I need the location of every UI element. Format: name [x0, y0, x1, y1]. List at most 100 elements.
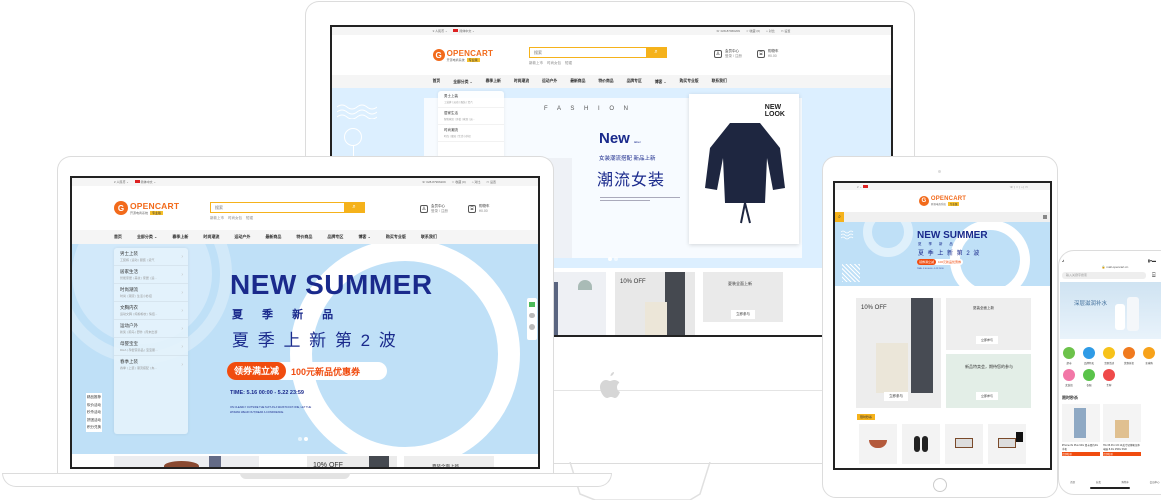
url-bar[interactable]: 🔒 mall.opencart.cn: [1060, 265, 1161, 269]
cart[interactable]: ⌸ 购物车 ¥0.00: [468, 204, 490, 213]
nav-item[interactable]: 春季上新: [486, 79, 501, 84]
logo[interactable]: G OPENCART 开源电商系统 专业版: [432, 49, 494, 62]
tab-cart[interactable]: 购物车: [1122, 480, 1130, 484]
currency-select[interactable]: ¥ 人民币 ⌄: [114, 180, 129, 184]
nav-item[interactable]: 时尚潮流: [203, 234, 219, 240]
favorites-link[interactable]: ☆ 收藏 (0): [452, 180, 466, 184]
promo-summer-arrivals[interactable]: 夏装全面上新 立即参与: [946, 298, 1031, 350]
category-item[interactable]: 居家生活 智能家居 | 美妆 | 家居 | 运...: [438, 108, 504, 125]
grid-icon-clothes[interactable]: 衣服: [1082, 369, 1096, 387]
hot-keyword[interactable]: 新款上市: [529, 61, 543, 66]
grid-icon-global[interactable]: 全球购: [1142, 347, 1156, 365]
side-tag[interactable]: 积分兑换: [87, 425, 101, 430]
nav-item[interactable]: 运动户外: [234, 234, 250, 240]
promo-summer-arrivals[interactable]: 夏装全面上新 立即参与: [703, 272, 783, 322]
product-sneakers[interactable]: [902, 424, 940, 464]
product-chair[interactable]: [988, 424, 1026, 464]
product-card[interactable]: iPhone 8s Plus 64G 双卡双待4G手机 立即秒杀: [1062, 404, 1100, 456]
tablet-home-button[interactable]: [933, 478, 947, 492]
promo-10-off[interactable]: 10% OFF: [615, 272, 695, 335]
coupon-icon[interactable]: [529, 302, 535, 307]
nav-item[interactable]: 博客 ⌄: [655, 79, 667, 85]
search-button[interactable]: ⌕: [646, 48, 666, 57]
category-item[interactable]: 母婴宝宝 DHA | 孕婴营养品 | 宝宝服... ›: [114, 338, 188, 356]
promo-10-off[interactable]: 10% OFF 立即参与: [856, 298, 941, 408]
nav-item[interactable]: 首页: [114, 234, 122, 240]
search-button[interactable]: ⌕: [344, 203, 364, 212]
join-now-button[interactable]: 立即参与: [731, 310, 755, 319]
category-item[interactable]: 运动户外 新奖 | 跑马 | 野外 | 周末出游 ›: [114, 320, 188, 338]
menu-icon[interactable]: [1043, 215, 1047, 219]
product-card[interactable]: HG 66 Pro G5 14英寸轻薄笔记本电脑 8.4G 256G SSD 立即…: [1103, 404, 1141, 456]
category-item[interactable]: 春季上装 春季 | 上装 | 潮流搭配 | 夹... ›: [114, 356, 188, 373]
cart[interactable]: ⌸ 购物车 ¥0.00: [757, 49, 779, 58]
hot-keyword[interactable]: 短裙: [246, 216, 253, 221]
currency-select[interactable]: ¥ 人民币 ⌄: [433, 29, 448, 33]
join-now-button[interactable]: 立即参与: [976, 392, 999, 400]
favorites-link[interactable]: ☆ 收藏 (0): [746, 29, 760, 33]
nav-item[interactable]: 时尚潮流: [514, 79, 529, 84]
user-center[interactable]: ♙ 会员中心 登录 / 注册: [714, 49, 742, 59]
tab-user[interactable]: 会员中心: [1150, 480, 1160, 484]
grid-icon-women[interactable]: 女装馆: [1062, 369, 1076, 387]
carousel-dots[interactable]: [297, 428, 309, 446]
nav-item[interactable]: 春季上新: [172, 234, 188, 240]
nav-item[interactable]: 联系我们: [421, 234, 437, 240]
chat-icon[interactable]: [529, 313, 535, 318]
nav-item[interactable]: 联系我们: [712, 79, 727, 84]
nav-item[interactable]: 全部分类 ⌄: [453, 79, 472, 85]
search-button[interactable]: ⌕: [835, 212, 844, 222]
compare-link[interactable]: ⌂ 对比: [766, 29, 775, 33]
product-image-shoes[interactable]: [114, 456, 259, 467]
nav-item[interactable]: 最新商品: [265, 234, 281, 240]
search-input[interactable]: [530, 48, 646, 57]
nav-item[interactable]: 博客 ⌄: [358, 234, 370, 240]
tab-category[interactable]: 分类: [1096, 480, 1101, 484]
grid-icon-brand-sale[interactable]: 品牌特卖: [1082, 347, 1096, 365]
currency-select[interactable]: ¥ ⌄: [857, 185, 862, 189]
cart-icon[interactable]: ⌸: [1152, 273, 1156, 280]
compare-link[interactable]: ⌂ 对比: [472, 180, 481, 184]
grid-icon-fresh[interactable]: 生鲜: [1102, 369, 1116, 387]
mobile-banner[interactable]: 深层滋润补水: [1060, 282, 1161, 339]
grid-icon-supermarket[interactable]: 超市: [1062, 347, 1076, 365]
user-center[interactable]: ♙ 会员中心 登录 / 注册: [420, 204, 448, 214]
category-item[interactable]: 男士上装 工装裤 | 运动 | 服装 | 货汽 ›: [114, 248, 188, 266]
summer-banner[interactable]: NEW SUMMER 夏 季 新 品 夏 季 上 新 第 2 波 领券满立减 10…: [835, 222, 1050, 286]
settings-link[interactable]: ▭ 设置: [781, 29, 791, 33]
tab-home[interactable]: 首页: [1070, 480, 1075, 484]
side-tag[interactable]: 拼团活动: [87, 418, 101, 423]
hot-keyword[interactable]: 新款上市: [210, 216, 224, 221]
coupon-pill[interactable]: 领券满立减 100元新品优惠券: [227, 362, 387, 380]
nav-item[interactable]: 全部分类 ⌄: [137, 234, 157, 240]
nav-item[interactable]: 特价商品: [598, 79, 613, 84]
logo[interactable]: G OPENCART 开源电商系统 专业版: [113, 201, 179, 215]
nav-item[interactable]: 品牌专区: [327, 234, 343, 240]
category-item[interactable]: 男士上装 工装裤 | 运动 | 服装 | 货汽: [438, 91, 504, 108]
settings-link[interactable]: ▭ 设置: [486, 180, 496, 184]
nav-item[interactable]: 购买专业版: [680, 79, 699, 84]
nav-item[interactable]: 最新商品: [570, 79, 585, 84]
promo-summer-arrivals[interactable]: 夏装全面上新: [404, 456, 494, 467]
nav-item[interactable]: 特价商品: [296, 234, 312, 240]
nav-item[interactable]: 运动户外: [542, 79, 557, 84]
join-now-button[interactable]: 立即参与: [976, 336, 999, 344]
join-now-button[interactable]: 立即参与: [884, 392, 908, 401]
grid-icon-theme[interactable]: 主题活动: [1102, 347, 1116, 365]
top-icons[interactable]: ☏ | ☆ | ⌂ | ▭: [1010, 185, 1028, 189]
promo-new-sale[interactable]: 新品特卖会，期待您的参与 立即参与: [946, 354, 1031, 408]
side-tag[interactable]: 秒杀活动: [87, 410, 101, 415]
search-input[interactable]: [211, 203, 344, 212]
product-chair[interactable]: [945, 424, 983, 464]
category-item[interactable]: 文胸内衣 运动文胸 | 纯棉棉衣 | 情侣... ›: [114, 302, 188, 320]
category-item[interactable]: 时尚潮流 时尚 | 潮流 | 生活小妙招 ›: [114, 284, 188, 302]
nav-item[interactable]: 首页: [433, 79, 441, 84]
grid-icon-discount[interactable]: 优惠折扣: [1122, 347, 1136, 365]
mobile-search[interactable]: 输入关键字搜索: [1062, 272, 1146, 279]
side-tag[interactable]: 精品推荐: [87, 395, 101, 400]
coupon-pill[interactable]: 领券满立减 100元新品优惠券: [917, 259, 964, 265]
language-select[interactable]: 简体中文 ⌄: [453, 29, 475, 33]
logo[interactable]: G OPENCART 开源电商系统 专业版: [918, 196, 966, 206]
service-icon[interactable]: [529, 324, 535, 330]
category-item[interactable]: 居家生活 智能家居 | 美妆 | 家居 | 运... ›: [114, 266, 188, 284]
